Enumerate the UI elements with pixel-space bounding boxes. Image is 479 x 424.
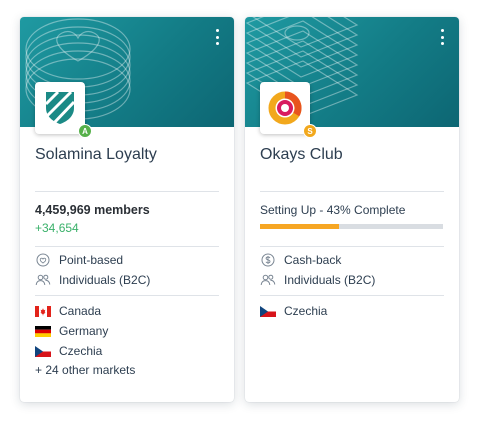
program-type-label: Point-based <box>59 253 124 267</box>
shield-logo-icon <box>44 90 76 126</box>
heart-badge-icon <box>35 253 51 267</box>
status-badge: S <box>303 124 317 138</box>
program-card-solamina[interactable]: A Solamina Loyalty 4,459,969 members +34… <box>20 17 234 402</box>
ring-logo-icon <box>268 91 302 125</box>
divider <box>260 246 444 247</box>
market-row-germany: Germany <box>35 324 108 338</box>
member-delta: +34,654 <box>35 221 79 235</box>
program-logo <box>35 82 85 134</box>
program-card-okays[interactable]: S Okays Club Setting Up - 43% Complete C… <box>245 17 459 402</box>
czechia-flag-icon <box>35 345 51 357</box>
canada-flag-icon <box>35 305 51 317</box>
divider <box>260 295 444 296</box>
market-row-canada: Canada <box>35 304 101 318</box>
market-label: Germany <box>59 324 109 338</box>
program-title[interactable]: Solamina Loyalty <box>35 146 157 164</box>
germany-flag-icon <box>35 325 51 337</box>
program-logo <box>260 82 310 134</box>
divider <box>35 295 219 296</box>
setup-progress-fill <box>260 224 339 229</box>
program-type-row: Cash-back <box>260 253 341 267</box>
market-row-czechia: Czechia <box>35 344 102 358</box>
more-options-icon[interactable] <box>437 29 447 45</box>
status-badge: A <box>78 124 92 138</box>
program-type-row: Point-based <box>35 253 123 267</box>
audience-label: Individuals (B2C) <box>284 273 376 287</box>
audience-label: Individuals (B2C) <box>59 273 151 287</box>
divider <box>35 246 219 247</box>
member-count: 4,459,969 members <box>35 203 150 217</box>
market-label: Canada <box>59 304 102 318</box>
dollar-badge-icon <box>260 253 276 267</box>
people-icon <box>35 273 51 287</box>
setup-status: Setting Up - 43% Complete <box>260 203 406 217</box>
divider <box>35 191 219 192</box>
divider <box>260 191 444 192</box>
audience-row: Individuals (B2C) <box>260 273 375 287</box>
program-title[interactable]: Okays Club <box>260 146 343 164</box>
market-row-czechia: Czechia <box>260 304 327 318</box>
program-type-label: Cash-back <box>284 253 342 267</box>
audience-row: Individuals (B2C) <box>35 273 150 287</box>
market-label: Czechia <box>59 344 103 358</box>
setup-progress-bar <box>260 224 443 229</box>
market-label: Czechia <box>284 304 328 318</box>
more-markets-link[interactable]: + 24 other markets <box>35 363 135 377</box>
more-options-icon[interactable] <box>212 29 222 45</box>
people-icon <box>260 273 276 287</box>
czechia-flag-icon <box>260 305 276 317</box>
